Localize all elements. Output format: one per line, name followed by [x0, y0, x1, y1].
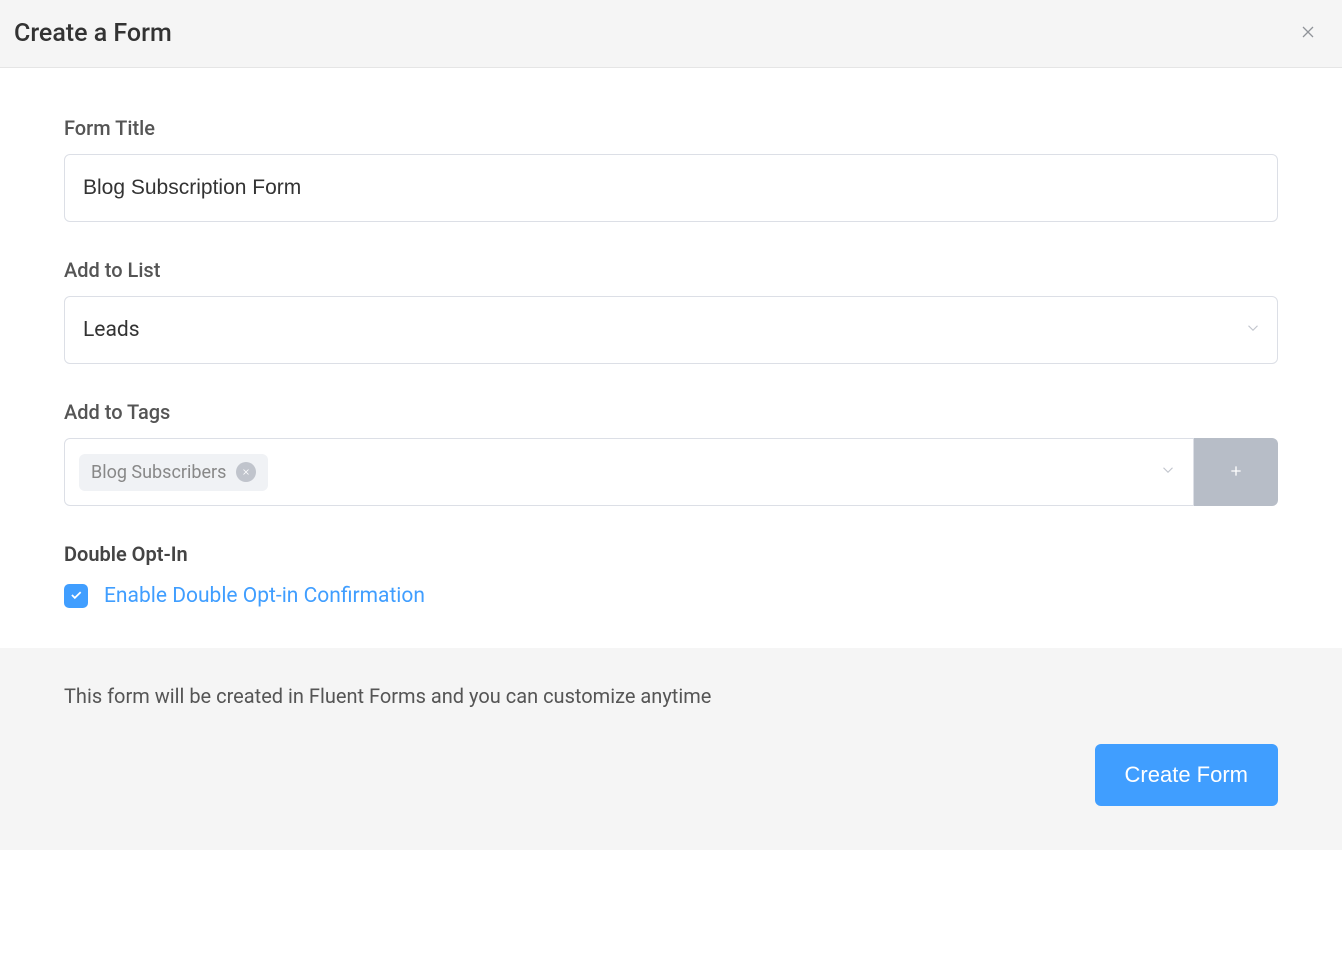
- add-to-list-field: Add to List Leads: [64, 258, 1278, 364]
- double-optin-field: Double Opt-In Enable Double Opt-in Confi…: [64, 542, 1278, 608]
- optin-checkbox-row: Enable Double Opt-in Confirmation: [64, 584, 1278, 608]
- double-optin-heading: Double Opt-In: [64, 542, 1278, 566]
- list-select-value: Leads: [83, 318, 140, 342]
- tag-remove-button[interactable]: [236, 462, 256, 482]
- add-to-list-label: Add to List: [64, 258, 1278, 282]
- create-form-button[interactable]: Create Form: [1095, 744, 1278, 806]
- add-to-tags-field: Add to Tags Blog Subscribers: [64, 400, 1278, 506]
- add-to-tags-label: Add to Tags: [64, 400, 1278, 424]
- chevron-down-icon: [1159, 461, 1177, 483]
- footer-note: This form will be created in Fluent Form…: [64, 684, 1278, 708]
- tags-row: Blog Subscribers: [64, 438, 1278, 506]
- tags-select[interactable]: Blog Subscribers: [64, 438, 1194, 506]
- modal-title: Create a Form: [14, 19, 172, 48]
- plus-icon: [1228, 463, 1244, 482]
- list-select-wrap: Leads: [64, 296, 1278, 364]
- modal-body: Form Title Add to List Leads Add to Tags…: [0, 68, 1342, 648]
- close-button[interactable]: [1294, 18, 1322, 49]
- optin-checkbox[interactable]: [64, 584, 88, 608]
- create-form-modal: Create a Form Form Title Add to List Lea…: [0, 0, 1342, 850]
- close-icon: [1298, 30, 1318, 45]
- tag-chip: Blog Subscribers: [79, 454, 268, 491]
- list-select[interactable]: Leads: [64, 296, 1278, 364]
- footer-actions: Create Form: [64, 744, 1278, 806]
- form-title-field: Form Title: [64, 116, 1278, 222]
- add-tag-button[interactable]: [1194, 438, 1278, 506]
- optin-checkbox-label[interactable]: Enable Double Opt-in Confirmation: [104, 584, 425, 608]
- check-icon: [69, 587, 83, 606]
- modal-footer: This form will be created in Fluent Form…: [0, 648, 1342, 850]
- tag-chip-label: Blog Subscribers: [91, 462, 226, 483]
- modal-header: Create a Form: [0, 0, 1342, 68]
- form-title-input[interactable]: [64, 154, 1278, 222]
- form-title-label: Form Title: [64, 116, 1278, 140]
